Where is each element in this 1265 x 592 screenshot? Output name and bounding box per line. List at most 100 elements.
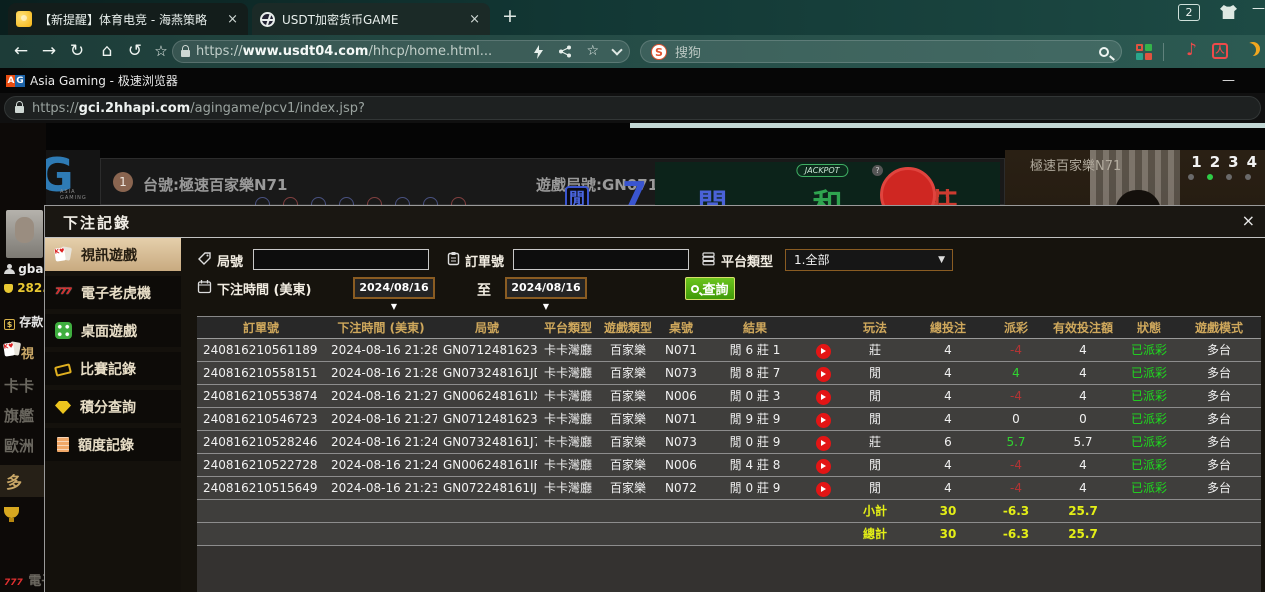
seat-numbers[interactable]: 12 34	[1191, 153, 1257, 171]
cell-order: 240816210553874	[197, 385, 325, 407]
bookmark-star-icon[interactable]: ☆	[148, 35, 174, 68]
cell-result: 閒 8 莊 7	[705, 362, 805, 384]
cell-round: GN0712481623E	[437, 339, 537, 361]
cell-total-bet: 4	[909, 339, 987, 361]
nav-item-multi[interactable]: 多	[0, 465, 46, 497]
forward-button[interactable]: →	[36, 35, 62, 68]
toolbar-separator	[1163, 43, 1164, 61]
sidebar-item-ticket[interactable]: 比賽記錄	[45, 352, 181, 385]
back-button[interactable]: ←	[8, 35, 34, 68]
date-to-picker[interactable]: 2024/08/16 ▼	[505, 277, 587, 299]
tournament-row[interactable]	[4, 503, 19, 522]
date-from-picker[interactable]: 2024/08/16 ▼	[353, 277, 435, 299]
minimize-icon[interactable]: —	[1252, 1, 1265, 16]
close-tab-icon[interactable]: ×	[467, 12, 482, 27]
home-button[interactable]: ⌂	[94, 35, 120, 68]
total-valid: 25.7	[1045, 523, 1121, 545]
lightning-icon[interactable]	[533, 45, 544, 59]
reload-button[interactable]: ↻	[64, 35, 90, 68]
ag-address-bar[interactable]: https://gci.2hhapi.com/agingame/pcv1/ind…	[4, 96, 1261, 120]
url-text: https://gci.2hhapi.com/agingame/pcv1/ind…	[32, 101, 365, 116]
close-icon[interactable]: ×	[1242, 211, 1255, 230]
cell-total-bet: 6	[909, 431, 987, 453]
minimize-icon[interactable]: —	[1222, 73, 1235, 88]
platform-select[interactable]: 1.全部▼	[785, 249, 953, 271]
cell-game-mode: 多台	[1177, 339, 1261, 361]
browser-tab-1[interactable]: 【新提醒】体育电竞 - 海燕策略 ×	[8, 3, 248, 35]
total-row: 總計 30 -6.3 25.7	[197, 523, 1261, 546]
help-icon[interactable]: ?	[872, 165, 883, 176]
replay-button[interactable]	[816, 482, 831, 497]
total-payout: -6.3	[987, 523, 1045, 545]
cell-game-type: 百家樂	[599, 431, 657, 453]
tab-count-badge[interactable]: 2	[1178, 4, 1200, 21]
nav-item[interactable]: 卡卡	[4, 375, 34, 396]
calendar-icon	[197, 279, 212, 294]
new-tab-button[interactable]: +	[502, 5, 518, 27]
cell-game-mode: 多台	[1177, 454, 1261, 476]
night-mode-moon-icon[interactable]	[1242, 43, 1256, 57]
ag-logo-icon: AG	[6, 75, 24, 87]
replay-button[interactable]	[816, 413, 831, 428]
favorite-star-icon[interactable]: ☆	[586, 43, 599, 59]
cell-game-type: 百家樂	[599, 454, 657, 476]
sidebar-item-doc[interactable]: 額度記錄	[45, 428, 181, 461]
cell-table-no: N071	[657, 339, 705, 361]
money-bag-icon	[4, 284, 13, 293]
nav-item[interactable]: 歐洲	[4, 435, 34, 456]
cell-table-no: N073	[657, 362, 705, 384]
table-row: 240816210528246 2024-08-16 21:24:56 GN07…	[197, 431, 1261, 454]
replay-button[interactable]	[816, 436, 831, 451]
chevron-down-icon[interactable]	[611, 44, 622, 55]
deposit-button[interactable]: $ 存款	[4, 313, 43, 330]
sidebar-item-slot[interactable]: 電子老虎機	[45, 276, 181, 309]
search-bar[interactable]: S 搜狗	[640, 40, 1122, 63]
pdf-tool-icon[interactable]: 人	[1212, 43, 1228, 59]
music-icon[interactable]: ♪	[1186, 40, 1197, 60]
order-input[interactable]	[513, 249, 689, 270]
sidebar-item-dice[interactable]: 桌面遊戲	[45, 314, 181, 347]
share-icon[interactable]	[558, 45, 572, 58]
browser-tab-bar: 【新提醒】体育电竞 - 海燕策略 × USDT加密货币GAME × + 2 —	[0, 0, 1265, 35]
address-bar[interactable]: https://www.usdt04.com/hhcp/home.html...…	[172, 40, 630, 63]
video-games-nav[interactable]: 視	[4, 341, 34, 362]
search-icon[interactable]	[1099, 47, 1109, 57]
dice-icon	[55, 322, 72, 339]
apps-grid-icon[interactable]	[1136, 44, 1152, 60]
theme-shirt-icon[interactable]	[1220, 5, 1237, 19]
cell-platform: 卡卡灣廳	[537, 408, 599, 430]
person-icon	[4, 264, 14, 274]
site-favicon	[16, 11, 32, 27]
trophy-icon	[4, 507, 19, 518]
sidebar-item-gem[interactable]: 積分查詢	[45, 390, 181, 423]
nav-item[interactable]: 旗艦	[4, 405, 34, 426]
cell-replay	[805, 408, 841, 430]
round-input[interactable]	[253, 249, 429, 270]
slots-row[interactable]: 777 電子	[4, 570, 46, 589]
cell-result: 閒 6 莊 1	[705, 339, 805, 361]
cell-round: GN072248161IJ	[437, 477, 537, 499]
replay-button[interactable]	[816, 344, 831, 359]
sidebar-item-cards[interactable]: 視訊遊戲	[45, 238, 181, 271]
cell-game-type: 百家樂	[599, 339, 657, 361]
gem-icon	[55, 401, 71, 414]
cell-replay	[805, 362, 841, 384]
play-column-header	[805, 317, 841, 338]
browser-tab-2[interactable]: USDT加密货币GAME ×	[252, 3, 490, 35]
table-row: 240816210522728 2024-08-16 21:24:19 GN00…	[197, 454, 1261, 477]
query-button[interactable]: 查詢	[685, 277, 735, 300]
replay-button[interactable]	[816, 367, 831, 382]
close-tab-icon[interactable]: ×	[225, 12, 240, 27]
cell-status: 已派彩	[1121, 454, 1177, 476]
order-filter-label: 訂單號	[465, 251, 504, 270]
cell-result: 閒 9 莊 9	[705, 408, 805, 430]
table-header-row: 訂單號下注時間 (美東) 局號平台類型 遊戲類型桌號 結果 玩法總投注 派彩有效…	[197, 316, 1261, 339]
cards-icon	[4, 341, 21, 358]
cell-status: 已派彩	[1121, 408, 1177, 430]
subtotal-label: 小計	[841, 500, 909, 522]
undo-button[interactable]: ↺	[122, 35, 148, 68]
cell-payout: -4	[987, 477, 1045, 499]
replay-button[interactable]	[816, 390, 831, 405]
dollar-icon: $	[4, 319, 15, 330]
replay-button[interactable]	[816, 459, 831, 474]
